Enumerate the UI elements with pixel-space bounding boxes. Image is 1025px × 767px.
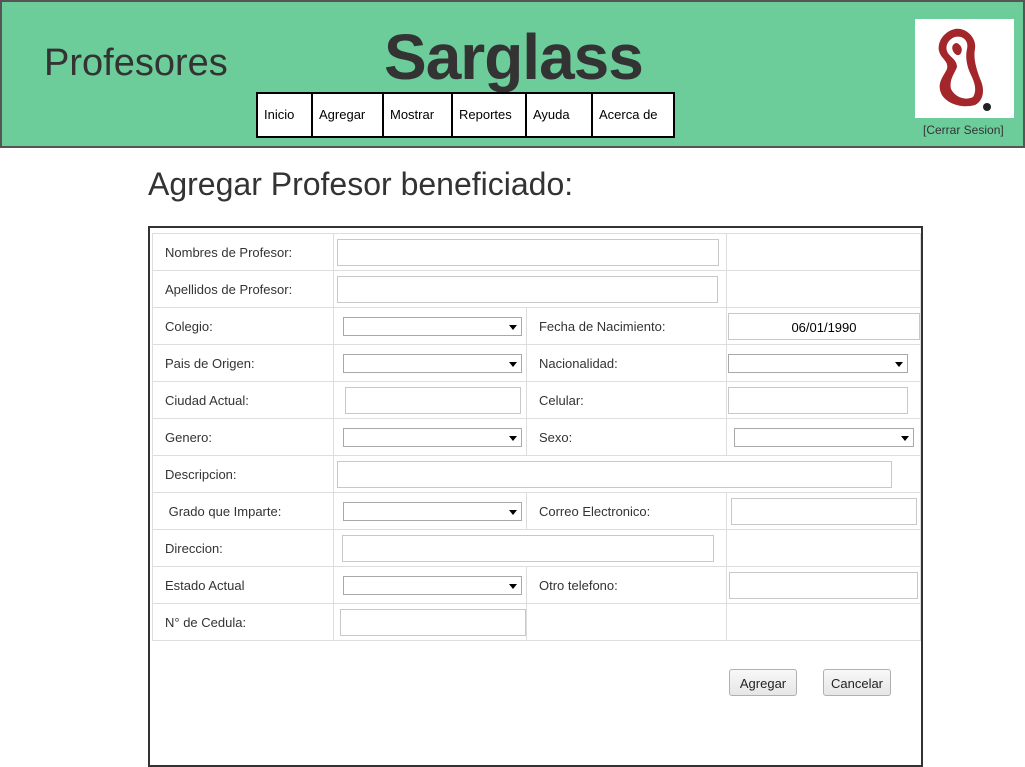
chevron-down-icon <box>508 324 517 330</box>
cancelar-button[interactable]: Cancelar <box>823 669 891 696</box>
fecha-nacimiento-label: Fecha de Nacimiento: <box>525 307 727 345</box>
form-container: Nombres de Profesor: Apellidos de Profes… <box>148 226 923 767</box>
chevron-down-icon <box>894 361 903 367</box>
colegio-label: Colegio: <box>152 307 334 345</box>
celular-label: Celular: <box>525 381 727 419</box>
nacionalidad-select[interactable] <box>727 353 908 373</box>
chevron-down-icon <box>508 361 517 367</box>
chevron-down-icon <box>508 509 517 515</box>
nav-item-inicio[interactable]: Inicio <box>258 94 313 136</box>
nacionalidad-label: Nacionalidad: <box>525 344 727 382</box>
nav-item-acerca-de[interactable]: Acerca de <box>593 94 673 136</box>
colegio-select[interactable] <box>342 316 522 336</box>
brand-title: Sarglass <box>384 21 644 93</box>
celular-input[interactable] <box>727 386 908 414</box>
form-table: Nombres de Profesor: Apellidos de Profes… <box>152 233 922 641</box>
cedula-label: N° de Cedula: <box>152 603 334 641</box>
grado-label: Grado que Imparte: <box>152 492 334 530</box>
nav-item-mostrar[interactable]: Mostrar <box>384 94 453 136</box>
otro-telefono-input[interactable] <box>728 571 918 599</box>
agregar-button[interactable]: Agregar <box>729 669 797 696</box>
pais-select[interactable] <box>342 353 522 373</box>
cedula-input[interactable] <box>339 608 526 636</box>
sexo-label: Sexo: <box>525 418 727 456</box>
ciudad-label: Ciudad Actual: <box>152 381 334 419</box>
apellidos-label: Apellidos de Profesor: <box>152 270 334 308</box>
pais-label: Pais de Origen: <box>152 344 334 382</box>
otro-telefono-label: Otro telefono: <box>525 566 727 604</box>
estado-select[interactable] <box>342 575 522 595</box>
nombres-label: Nombres de Profesor: <box>152 233 334 271</box>
correo-input[interactable] <box>730 497 917 525</box>
fecha-nacimiento-input[interactable]: 06/01/1990 <box>727 312 920 340</box>
sexo-select[interactable] <box>733 427 914 447</box>
page-title: Agregar Profesor beneficiado: <box>148 166 574 202</box>
chevron-down-icon <box>900 435 909 441</box>
nav-item-agregar[interactable]: Agregar <box>313 94 384 136</box>
direccion-label: Direccion: <box>152 529 334 567</box>
butterfly-logo-icon <box>938 28 991 111</box>
descripcion-label: Descripcion: <box>152 455 334 493</box>
chevron-down-icon <box>508 583 517 589</box>
descripcion-input[interactable] <box>336 460 892 488</box>
nav-item-reportes[interactable]: Reportes <box>453 94 527 136</box>
genero-select[interactable] <box>342 427 522 447</box>
nombres-input[interactable] <box>336 238 719 266</box>
correo-label: Correo Electronico: <box>525 492 727 530</box>
section-title: Profesores <box>44 42 228 84</box>
nav-item-ayuda[interactable]: Ayuda <box>527 94 593 136</box>
main-nav: Inicio Agregar Mostrar Reportes Ayuda Ac… <box>256 92 675 138</box>
apellidos-input[interactable] <box>336 275 718 303</box>
genero-label: Genero: <box>152 418 334 456</box>
logout-link[interactable]: [Cerrar Sesion] <box>923 123 1004 137</box>
estado-label: Estado Actual <box>152 566 334 604</box>
logo <box>915 19 1014 118</box>
grado-select[interactable] <box>342 501 522 521</box>
header: Profesores Sarglass Inicio Agregar Mostr… <box>0 0 1025 148</box>
ciudad-input[interactable] <box>344 386 521 414</box>
chevron-down-icon <box>508 435 517 441</box>
direccion-input[interactable] <box>341 534 714 562</box>
